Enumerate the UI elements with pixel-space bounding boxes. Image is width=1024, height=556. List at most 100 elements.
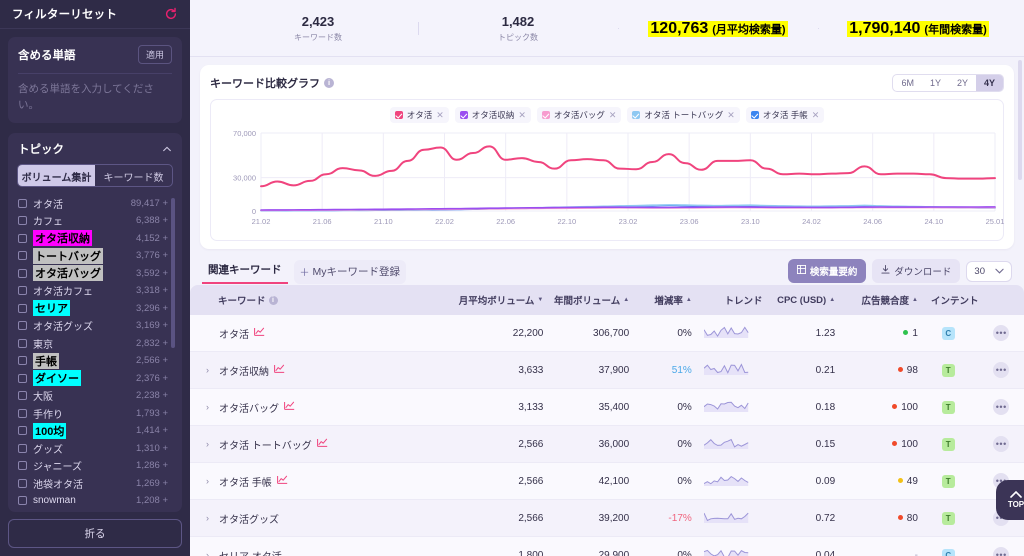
legend-checkbox[interactable] xyxy=(459,111,468,119)
col-header[interactable]: キーワード i xyxy=(190,285,448,315)
include-words-input[interactable]: 含める単語を入力してください。 xyxy=(18,73,172,113)
table-row[interactable]: ›オタ活 手帳2,56642,1000%0.0949T••• xyxy=(190,462,1024,500)
trend-chart-icon[interactable] xyxy=(316,438,328,450)
more-icon[interactable]: ••• xyxy=(993,399,1010,415)
apply-button[interactable]: 適用 xyxy=(137,45,172,65)
info-icon[interactable]: i xyxy=(268,295,278,305)
sort-asc-icon[interactable]: ▲ xyxy=(829,297,835,303)
table-row[interactable]: › オタ活収納 3,633 37,900 51% 0.21 98 T ••• xyxy=(190,351,1024,389)
trend-chart-icon[interactable] xyxy=(276,475,288,487)
table-row[interactable]: › オタ活バッグ 3,133 35,400 0% 0.18 100 T ••• xyxy=(190,388,1024,426)
range-selector[interactable]: 6M 1Y 2Y 4Y xyxy=(892,74,1004,92)
sort-desc-icon[interactable]: ▼ xyxy=(537,297,543,303)
tab-related-keywords[interactable]: 関連キーワード xyxy=(202,258,288,284)
range-6M[interactable]: 6M xyxy=(893,75,922,91)
sort-asc-icon[interactable]: ▲ xyxy=(623,297,629,303)
search-volume-summary-button[interactable]: 検索量要約 xyxy=(787,259,867,283)
topic-checkbox[interactable] xyxy=(18,496,27,505)
col-header[interactable]: 年間ボリューム ▲ xyxy=(543,285,630,315)
expand-caret-icon[interactable]: › xyxy=(206,513,214,523)
page-size-select[interactable]: 30 xyxy=(966,260,1012,282)
topic-item[interactable]: オタ活 89,417 + xyxy=(18,194,182,212)
chevron-up-icon[interactable] xyxy=(162,144,172,154)
more-icon[interactable]: ••• xyxy=(993,325,1010,341)
expand-caret-icon[interactable]: › xyxy=(206,550,214,556)
legend-checkbox[interactable] xyxy=(541,111,550,119)
col-header[interactable]: 月平均ボリューム ▼ xyxy=(447,285,544,315)
topic-mode-0[interactable]: ボリューム集計 xyxy=(18,165,95,187)
topic-checkbox[interactable] xyxy=(18,408,27,418)
expand-caret-icon[interactable]: › xyxy=(206,365,214,375)
topic-checkbox[interactable] xyxy=(18,286,27,295)
scroll-to-top-button[interactable]: TOP xyxy=(996,480,1024,520)
trend-chart-icon[interactable] xyxy=(254,327,265,339)
fold-button[interactable]: 折る xyxy=(8,519,182,548)
download-button[interactable]: ダウンロード xyxy=(872,259,961,283)
main-scrollbar[interactable] xyxy=(1018,60,1022,180)
topic-item[interactable]: ジャニーズ 1,286 + xyxy=(18,457,182,475)
topic-item[interactable]: 100均 1,414 + xyxy=(18,422,182,440)
topic-item[interactable]: カバンの中身1,200 + xyxy=(18,509,182,512)
topic-item[interactable]: ダイソー 2,376 + xyxy=(18,369,182,387)
topic-checkbox[interactable] xyxy=(18,338,27,348)
col-header[interactable]: トレンド xyxy=(691,285,763,315)
topic-header[interactable]: トピック xyxy=(8,141,182,164)
legend-checkbox[interactable] xyxy=(632,111,641,119)
topic-checkbox[interactable] xyxy=(18,268,27,278)
more-icon[interactable]: ••• xyxy=(993,436,1010,452)
topic-checkbox[interactable] xyxy=(18,356,27,365)
topic-mode-1[interactable]: キーワード数 xyxy=(95,165,172,186)
range-4Y[interactable]: 4Y xyxy=(975,75,1003,91)
topic-item[interactable]: カフェ 6,388 + xyxy=(18,212,182,230)
expand-caret-icon[interactable]: › xyxy=(206,476,214,486)
col-header[interactable]: 広告競合度 ▲ xyxy=(835,285,918,315)
trend-chart-icon[interactable] xyxy=(274,364,285,376)
range-2Y[interactable]: 2Y xyxy=(949,75,976,91)
topic-item[interactable]: オタ活収納 4,152 + xyxy=(18,229,182,247)
topic-checkbox[interactable] xyxy=(18,198,27,208)
expand-caret-icon[interactable]: › xyxy=(206,439,214,449)
close-icon[interactable]: ✕ xyxy=(609,110,617,121)
topic-checkbox[interactable] xyxy=(18,303,27,313)
topic-checkbox[interactable] xyxy=(18,321,27,330)
legend-chip[interactable]: オタ活 ✕ xyxy=(389,107,449,123)
topic-item[interactable]: 東京 2,832 + xyxy=(18,334,182,352)
col-header[interactable]: CPC (USD) ▲ xyxy=(762,285,836,315)
info-icon[interactable]: i xyxy=(324,78,334,88)
refresh-icon[interactable] xyxy=(164,7,178,21)
table-row[interactable]: ›オタ活グッズ2,56639,200-17%0.7280T••• xyxy=(190,499,1024,537)
topic-item[interactable]: 手帳 2,566 + xyxy=(18,352,182,370)
topic-list[interactable]: オタ活 89,417 + カフェ 6,388 + オタ活収納 4,152 + トートバッグ 3… xyxy=(8,194,182,512)
topic-item[interactable]: 手作り 1,793 + xyxy=(18,404,182,422)
sort-asc-icon[interactable]: ▲ xyxy=(912,297,918,303)
legend-chip[interactable]: オタ活 トートバッグ ✕ xyxy=(627,107,740,123)
topic-item[interactable]: 池袋オタ活 1,269 + xyxy=(18,474,182,492)
table-tabs[interactable]: 関連キーワード ＋ Myキーワード登録 xyxy=(202,258,406,284)
chart-legend[interactable]: オタ活 ✕ オタ活収納 ✕ オタ活バッグ ✕ オタ活 トートバッグ ✕ オタ活 手帳 ✕ xyxy=(215,107,999,123)
topic-item[interactable]: トートバッグ 3,776 + xyxy=(18,247,182,265)
range-1Y[interactable]: 1Y xyxy=(922,75,949,91)
topic-checkbox[interactable] xyxy=(18,443,27,453)
close-icon[interactable]: ✕ xyxy=(436,110,444,121)
topic-checkbox[interactable] xyxy=(18,251,27,260)
topic-item[interactable]: 大阪 2,238 + xyxy=(18,387,182,405)
table-row[interactable]: › セリア オタ活 1,80029,9000% 0.04- C ••• xyxy=(190,536,1024,556)
topic-item[interactable]: オタ活グッズ 3,169 + xyxy=(18,317,182,335)
more-icon[interactable]: ••• xyxy=(993,362,1010,378)
table-row[interactable]: › オタ活 トートバッグ 2,566 36,000 0% 0.15 100 T ••• xyxy=(190,425,1024,463)
topic-item[interactable]: オタ活バッグ 3,592 + xyxy=(18,264,182,282)
topic-item[interactable]: オタ活カフェ 3,318 + xyxy=(18,282,182,300)
legend-checkbox[interactable] xyxy=(750,111,759,119)
close-icon[interactable]: ✕ xyxy=(518,110,526,121)
expand-caret-icon[interactable]: › xyxy=(206,402,214,412)
topic-checkbox[interactable] xyxy=(18,426,27,435)
topic-checkbox[interactable] xyxy=(18,391,27,400)
close-icon[interactable]: ✕ xyxy=(812,110,820,121)
sort-asc-icon[interactable]: ▲ xyxy=(686,297,692,303)
sidebar-scrollbar[interactable] xyxy=(171,198,175,349)
topic-checkbox[interactable] xyxy=(18,216,27,225)
topic-checkbox[interactable] xyxy=(18,478,27,488)
legend-chip[interactable]: オタ活 手帳 ✕ xyxy=(745,107,825,123)
tab-my-keywords[interactable]: ＋ Myキーワード登録 xyxy=(293,260,406,284)
trend-chart-icon[interactable] xyxy=(284,401,295,413)
